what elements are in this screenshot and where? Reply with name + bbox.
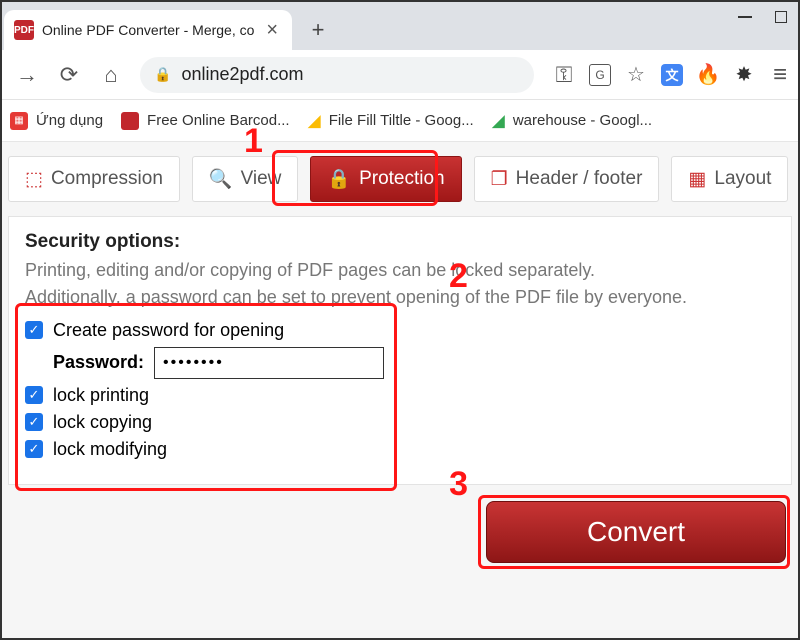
settings-tabs: ⬚ Compression 🔍 View 🔒 Protection ❐ Head… (2, 142, 798, 208)
checkbox-checked-icon[interactable]: ✓ (25, 321, 43, 339)
address-bar[interactable]: 🔒 online2pdf.com (140, 57, 534, 93)
tab-label: Layout (714, 168, 771, 190)
apps-icon: ▦ (10, 112, 28, 130)
tab-title: Online PDF Converter - Merge, co (42, 22, 254, 38)
bookmark-filefill[interactable]: ◢ File Fill Tiltle - Goog... (308, 111, 474, 131)
tab-label: Compression (51, 168, 163, 190)
convert-button[interactable]: Convert (486, 501, 786, 563)
bookmark-label: Free Online Barcod... (147, 112, 290, 129)
compression-icon: ⬚ (25, 168, 43, 191)
forward-button[interactable]: → (8, 56, 46, 94)
page-icon: ❐ (491, 168, 508, 191)
checkbox-checked-icon[interactable]: ✓ (25, 386, 43, 404)
new-tab-button[interactable]: + (302, 14, 334, 46)
option-label: Create password for opening (53, 320, 284, 341)
convert-label: Convert (587, 516, 685, 548)
lock-icon: 🔒 (154, 66, 171, 83)
home-button[interactable]: ⌂ (92, 56, 130, 94)
panel-desc-2: Additionally, a password can be set to p… (25, 286, 775, 309)
tab-protection[interactable]: 🔒 Protection (310, 156, 461, 202)
reload-button[interactable]: ⟳ (50, 56, 88, 94)
magnifier-icon: 🔍 (209, 167, 233, 191)
menu-icon[interactable]: ≡ (768, 63, 792, 87)
extensions-icon[interactable]: ✸ (732, 63, 756, 87)
option-create-password[interactable]: ✓ Create password for opening (25, 320, 775, 341)
tab-layout[interactable]: ▦ Layout (671, 156, 788, 202)
option-label: lock copying (53, 412, 152, 433)
fire-ext-icon[interactable]: 🔥 (696, 63, 720, 87)
grid-icon: ▦ (688, 168, 706, 191)
pdf-favicon: PDF (14, 20, 34, 40)
bookmark-barcode[interactable]: Free Online Barcod... (121, 112, 290, 130)
password-input[interactable] (154, 347, 384, 379)
barcode-icon (121, 112, 139, 130)
lock-icon: 🔒 (327, 167, 351, 191)
bookmark-label: warehouse - Googl... (513, 112, 652, 129)
tab-compression[interactable]: ⬚ Compression (8, 156, 180, 202)
tab-header-footer[interactable]: ❐ Header / footer (474, 156, 660, 202)
bookmark-apps[interactable]: ▦ Ứng dụng (10, 112, 103, 130)
option-label: lock printing (53, 385, 149, 406)
convert-row: Convert 3 (2, 493, 798, 575)
page-content: ⬚ Compression 🔍 View 🔒 Protection ❐ Head… (2, 142, 798, 638)
translate-icon[interactable]: G (588, 63, 612, 87)
url-text: online2pdf.com (181, 64, 303, 85)
option-label: lock modifying (53, 439, 167, 460)
key-icon[interactable]: ⚿ (552, 63, 576, 87)
checkbox-checked-icon[interactable]: ✓ (25, 413, 43, 431)
browser-tab-active[interactable]: PDF Online PDF Converter - Merge, co × (4, 10, 292, 50)
tab-label: Protection (359, 168, 445, 190)
drive-icon: ◢ (492, 111, 505, 131)
checkbox-checked-icon[interactable]: ✓ (25, 440, 43, 458)
window-minimize-button[interactable] (734, 8, 756, 26)
tab-label: View (241, 168, 282, 190)
security-options: ✓ Create password for opening Password: … (25, 320, 775, 460)
panel-title: Security options: (25, 231, 775, 253)
option-lock-modifying[interactable]: ✓ lock modifying (25, 439, 775, 460)
google-translate-ext-icon[interactable]: 文 (660, 63, 684, 87)
close-icon[interactable]: × (262, 19, 282, 42)
tab-view[interactable]: 🔍 View (192, 156, 299, 202)
browser-tabstrip: PDF Online PDF Converter - Merge, co × + (2, 2, 798, 50)
bookmark-label: File Fill Tiltle - Goog... (329, 112, 474, 129)
window-maximize-button[interactable] (770, 8, 792, 26)
drive-icon: ◢ (308, 111, 321, 131)
star-icon[interactable]: ☆ (624, 63, 648, 87)
browser-toolbar: → ⟳ ⌂ 🔒 online2pdf.com ⚿ G ☆ 文 🔥 ✸ ≡ (2, 50, 798, 100)
panel-desc-1: Printing, editing and/or copying of PDF … (25, 259, 775, 282)
option-lock-printing[interactable]: ✓ lock printing (25, 385, 775, 406)
bookmark-label: Ứng dụng (36, 112, 103, 129)
tab-label: Header / footer (516, 168, 643, 190)
security-panel: Security options: Printing, editing and/… (8, 216, 792, 485)
option-lock-copying[interactable]: ✓ lock copying (25, 412, 775, 433)
password-label: Password: (53, 352, 144, 373)
bookmarks-bar: ▦ Ứng dụng Free Online Barcod... ◢ File … (2, 100, 798, 142)
bookmark-warehouse[interactable]: ◢ warehouse - Googl... (492, 111, 652, 131)
